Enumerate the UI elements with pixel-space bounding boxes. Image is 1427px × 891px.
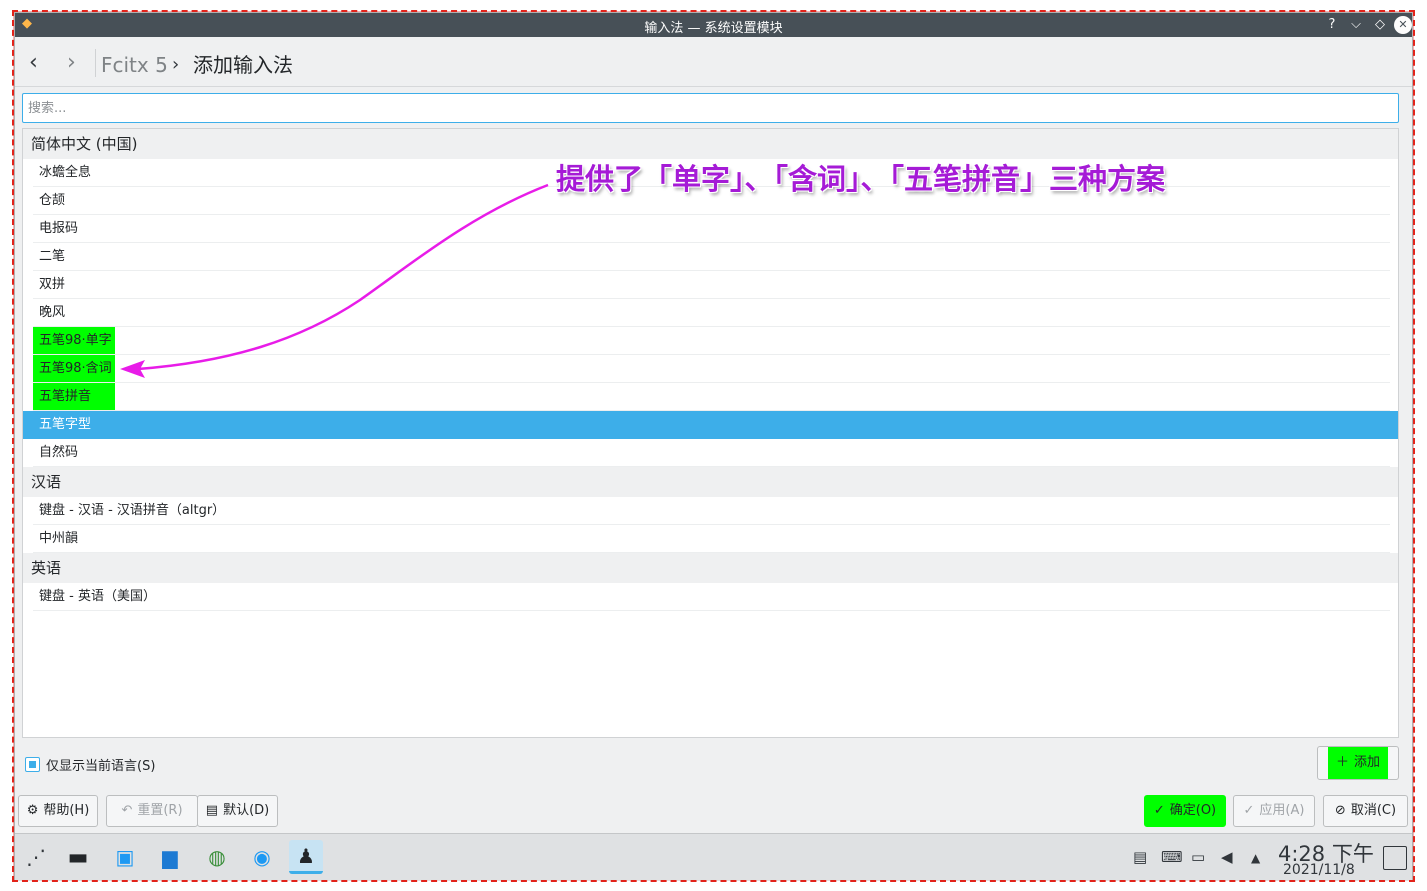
list-item[interactable]: 晚风 bbox=[23, 299, 1398, 327]
breadcrumb-separator-icon: › bbox=[172, 54, 180, 75]
plus-icon: ＋ bbox=[1335, 755, 1349, 770]
minimize-icon[interactable]: ⌵ bbox=[1347, 16, 1365, 34]
defaults-button-label: 默认(D) bbox=[223, 803, 270, 818]
search-input[interactable] bbox=[22, 93, 1399, 123]
check-icon: ✓ bbox=[1243, 803, 1255, 818]
check-icon: ✓ bbox=[1153, 803, 1165, 818]
reset-button-label: 重置(R) bbox=[137, 803, 183, 818]
clipboard-icon[interactable]: ▤ bbox=[1133, 848, 1147, 866]
show-desktop-icon[interactable] bbox=[1383, 846, 1407, 870]
list-item[interactable]: 电报码 bbox=[23, 215, 1398, 243]
help-icon[interactable]: ? bbox=[1323, 16, 1341, 34]
window-title: 输入法 — 系统设置模块 bbox=[644, 21, 783, 36]
network-icon[interactable]: ▭ bbox=[1191, 848, 1205, 866]
list-item[interactable]: 自然码 bbox=[23, 439, 1398, 467]
maximize-icon[interactable]: ◇ bbox=[1371, 16, 1389, 34]
group-header: 英语 bbox=[23, 553, 1398, 583]
file-manager-icon[interactable]: ▆ bbox=[153, 840, 187, 874]
help-button[interactable]: ⚙ 帮助(H) bbox=[18, 795, 98, 827]
list-item[interactable]: 键盘 - 英语（美国） bbox=[23, 583, 1398, 611]
undo-icon: ↶ bbox=[121, 803, 133, 818]
only-current-language-option[interactable]: 仅显示当前语言(S) bbox=[25, 754, 155, 774]
add-button-label: 添加 bbox=[1354, 755, 1381, 770]
annotation-text: 提供了「单字」、「含词」、「五笔拼音」三种方案 bbox=[556, 162, 1166, 196]
add-button[interactable]: ＋ 添加 bbox=[1317, 746, 1399, 780]
list-item-highlighted[interactable]: 五笔拼音 bbox=[23, 383, 1398, 411]
apply-button-label: 应用(A) bbox=[1259, 803, 1305, 818]
group-header: 汉语 bbox=[23, 467, 1398, 497]
browser-icon[interactable]: ◉ bbox=[245, 840, 279, 874]
software-store-icon[interactable]: ▣ bbox=[108, 840, 142, 874]
lifebuoy-icon: ⚙ bbox=[26, 803, 39, 818]
title-bar: ◆ 输入法 — 系统设置模块 ? ⌵ ◇ ✕ bbox=[15, 13, 1412, 37]
group-header: 简体中文 (中国) bbox=[23, 129, 1398, 159]
taskbar: ⋰ ▬ ▣ ▆ ◍ ◉ ♟ ▤ ⌨ ▭ ◀ ▲ 4:28 下午 2021/11/… bbox=[15, 833, 1412, 881]
tray-expand-icon[interactable]: ▲ bbox=[1251, 851, 1260, 865]
list-item[interactable]: 键盘 - 汉语 - 汉语拼音（altgr） bbox=[23, 497, 1398, 525]
clock-date[interactable]: 2021/11/8 bbox=[1283, 862, 1355, 876]
list-item-highlighted[interactable]: 五笔98·含词 bbox=[23, 355, 1398, 383]
list-item-selected[interactable]: 五笔字型 bbox=[23, 411, 1398, 439]
list-item-highlighted[interactable]: 五笔98·单字 bbox=[23, 327, 1398, 355]
keyboard-icon[interactable]: ⌨ bbox=[1161, 848, 1183, 866]
only-current-language-checkbox[interactable] bbox=[25, 756, 40, 772]
only-current-language-label: 仅显示当前语言(S) bbox=[46, 758, 156, 774]
launcher-icon[interactable]: ⋰ bbox=[19, 840, 53, 874]
nav-divider bbox=[95, 49, 96, 77]
input-method-list: 简体中文 (中国) 冰蟾全息 仓颉 电报码 二笔 双拼 晚风 五笔98·单字 五… bbox=[22, 128, 1399, 738]
reset-button[interactable]: ↶ 重置(R) bbox=[106, 795, 198, 827]
ok-button-label: 确定(O) bbox=[1169, 803, 1217, 818]
forward-button[interactable]: › bbox=[67, 52, 76, 74]
document-icon: ▤ bbox=[205, 803, 219, 818]
volume-icon[interactable]: ◀ bbox=[1221, 848, 1233, 866]
navigation-bar: ‹ › Fcitx 5 › 添加输入法 bbox=[15, 37, 1412, 87]
cancel-icon: ⊘ bbox=[1334, 803, 1346, 818]
network-globe-icon[interactable]: ◍ bbox=[200, 840, 234, 874]
ok-button[interactable]: ✓ 确定(O) bbox=[1144, 795, 1226, 827]
breadcrumb-parent[interactable]: Fcitx 5 bbox=[101, 53, 168, 77]
defaults-button[interactable]: ▤ 默认(D) bbox=[197, 795, 278, 827]
penguin-icon[interactable]: ♟ bbox=[289, 840, 323, 874]
page-title: 添加输入法 bbox=[193, 53, 293, 77]
list-item[interactable]: 双拼 bbox=[23, 271, 1398, 299]
help-button-label: 帮助(H) bbox=[43, 803, 90, 818]
system-monitor-icon[interactable]: ▬ bbox=[61, 840, 95, 874]
list-item[interactable]: 中州韻 bbox=[23, 525, 1398, 553]
close-icon[interactable]: ✕ bbox=[1394, 16, 1412, 34]
cancel-button-label: 取消(C) bbox=[1350, 803, 1397, 818]
back-button[interactable]: ‹ bbox=[29, 52, 38, 74]
apply-button[interactable]: ✓ 应用(A) bbox=[1233, 795, 1315, 827]
list-item[interactable]: 二笔 bbox=[23, 243, 1398, 271]
settings-window: ◆ 输入法 — 系统设置模块 ? ⌵ ◇ ✕ ‹ › Fcitx 5 › 添加输… bbox=[14, 12, 1413, 881]
cancel-button[interactable]: ⊘ 取消(C) bbox=[1323, 795, 1408, 827]
